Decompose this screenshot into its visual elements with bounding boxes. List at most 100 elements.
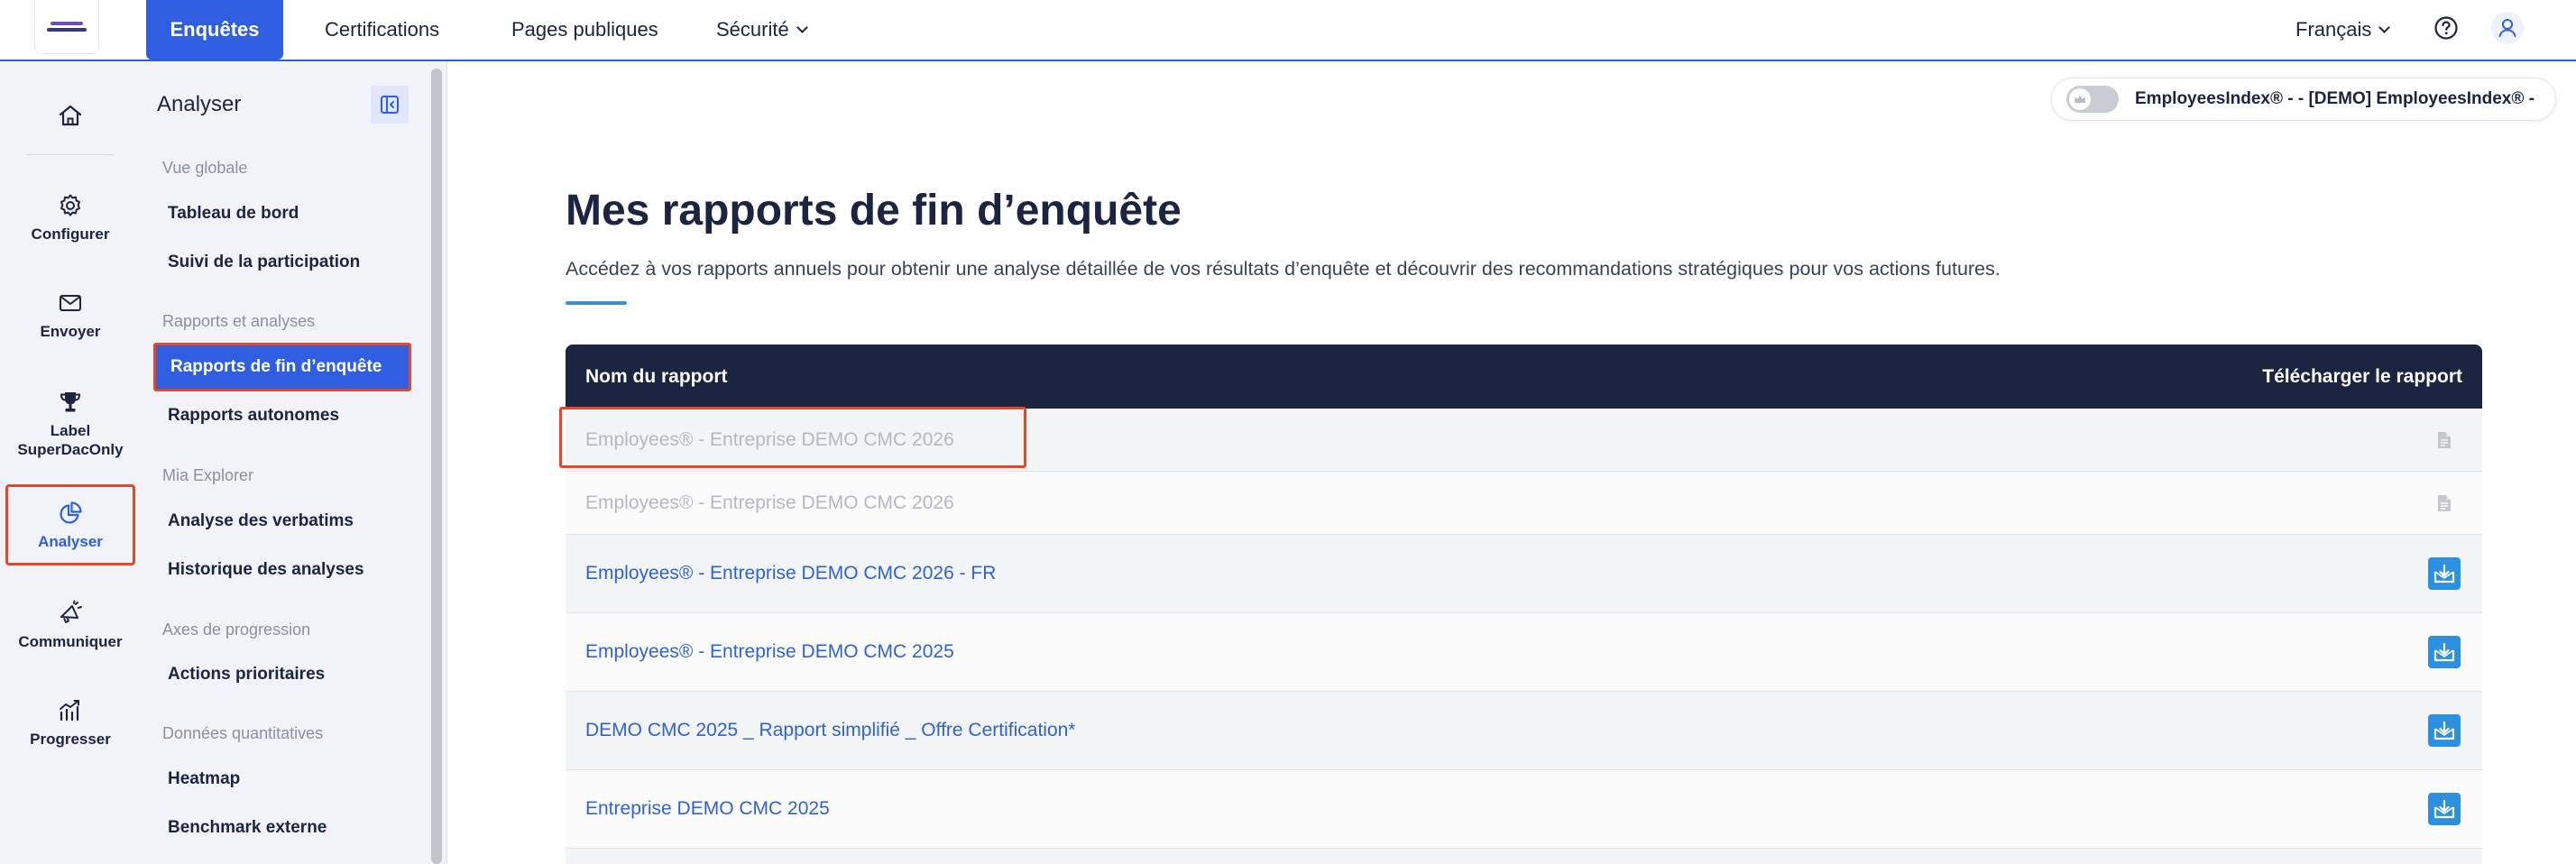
- tab-pages-publiques[interactable]: Pages publiques: [511, 0, 658, 60]
- download-button[interactable]: [2428, 714, 2461, 747]
- table-row: Employees® - Entreprise DEMO CMC 2025: [566, 613, 2482, 692]
- section-label: Mia Explorer: [162, 466, 254, 484]
- submenu-item-benchmark-externe[interactable]: Benchmark externe: [153, 804, 411, 852]
- section-label: Vue globale: [162, 159, 248, 177]
- submenu-item-label: Heatmap: [168, 769, 241, 788]
- download-button[interactable]: [2428, 793, 2461, 825]
- rail-item-envoyer[interactable]: Envoyer: [5, 283, 135, 346]
- table-row: Employees® - Entreprise DEMO CMC 2026 - …: [566, 535, 2482, 613]
- submenu-item-analyse-verbatims[interactable]: Analyse des verbatims: [153, 497, 411, 546]
- megaphone-icon: [60, 600, 82, 623]
- rail-item-configurer[interactable]: Configurer: [5, 186, 135, 249]
- rail-label: Label: [50, 422, 91, 439]
- submenu-item-heatmap[interactable]: Heatmap: [153, 755, 411, 804]
- submenu-item-label: Tableau de bord: [168, 204, 299, 223]
- tab-certifications[interactable]: Certifications: [325, 0, 439, 60]
- top-navigation-bar: Enquêtes Certifications Pages publiques …: [0, 0, 2576, 61]
- tab-label: Enquêtes: [170, 18, 260, 41]
- rail-divider: [27, 154, 114, 155]
- submenu-item-suivi-participation[interactable]: Suivi de la participation: [153, 238, 411, 287]
- row-highlight-box: [559, 407, 1026, 468]
- rail-label: Communiquer: [18, 632, 123, 650]
- rail-item-communiquer[interactable]: Communiquer: [5, 593, 135, 657]
- document-icon: [2428, 494, 2461, 512]
- submenu-item-label: Suivi de la participation: [168, 253, 361, 271]
- submenu-item-label: Rapports autonomes: [168, 406, 340, 425]
- download-button[interactable]: [2428, 557, 2461, 590]
- column-header-download: Télécharger le rapport: [2262, 365, 2462, 387]
- tab-securite[interactable]: Sécurité: [716, 0, 808, 60]
- submenu-item-historique-analyses[interactable]: Historique des analyses: [153, 546, 411, 594]
- user-account-icon[interactable]: [2489, 10, 2525, 46]
- section-label: Rapports et analyses: [162, 312, 316, 330]
- download-button[interactable]: [2428, 636, 2461, 668]
- table-header: Nom du rapport Télécharger le rapport: [566, 345, 2482, 409]
- download-icon: [2433, 721, 2455, 740]
- home-icon: [59, 105, 82, 126]
- language-label: Français: [2295, 18, 2372, 41]
- submenu-item-rapports-fin-enquete[interactable]: Rapports de fin d’enquête: [153, 343, 411, 391]
- submenu-item-tableau-de-bord[interactable]: Tableau de bord: [153, 189, 411, 238]
- rail-label: Configurer: [31, 225, 110, 243]
- rail-label: SuperDacOnly: [17, 441, 124, 458]
- pie-chart-icon: [60, 501, 82, 523]
- collapse-panel-icon: [381, 96, 399, 114]
- report-link[interactable]: Employees® - Entreprise DEMO CMC 2026 - …: [585, 563, 996, 584]
- rail-label: Analyser: [38, 532, 103, 550]
- crown-icon: [2075, 95, 2085, 103]
- tab-label: Pages publiques: [511, 18, 658, 41]
- submenu-item-label: Rapports de fin d’enquête: [170, 357, 382, 376]
- rail-item-home[interactable]: [5, 97, 135, 139]
- survey-name: EmployeesIndex® - - [DEMO] EmployeesInde…: [2135, 89, 2535, 108]
- icon-sidebar: Configurer Envoyer Label SuperDacOnly An…: [0, 61, 141, 864]
- tab-label: Sécurité: [716, 18, 789, 41]
- help-icon[interactable]: [2428, 10, 2464, 46]
- report-name: Employees® - Entreprise DEMO CMC 2026: [585, 492, 954, 513]
- title-accent-line: [566, 301, 627, 305]
- collapse-sidebar-button[interactable]: [371, 86, 409, 124]
- tab-enquetes[interactable]: Enquêtes: [146, 0, 283, 60]
- chevron-down-icon: [796, 22, 808, 33]
- submenu-item-actions-prioritaires[interactable]: Actions prioritaires: [153, 650, 411, 699]
- page-title: Mes rapports de fin d’enquête: [566, 187, 1182, 234]
- page-description: Accédez à vos rapports annuels pour obte…: [566, 258, 2001, 280]
- language-selector[interactable]: Français: [2295, 0, 2391, 60]
- section-label: Données quantitatives: [162, 724, 324, 742]
- column-header-name: Nom du rapport: [585, 365, 728, 387]
- rail-item-label-superdaconly[interactable]: Label SuperDacOnly: [5, 382, 135, 465]
- trophy-icon: [60, 392, 81, 412]
- table-row: Entreprise DEMO CMC 2025: [566, 770, 2482, 849]
- submenu-item-label: Actions prioritaires: [168, 665, 326, 684]
- rail-item-analyser[interactable]: Analyser: [5, 484, 135, 565]
- table-row: Employees® - Entreprise DEMO CMC 2026: [559, 407, 2482, 472]
- table-row: Employees® - Entreprise DEMO CMC 2026: [566, 472, 2482, 535]
- rail-item-progresser[interactable]: Progresser: [5, 691, 135, 754]
- gear-icon: [60, 194, 80, 216]
- logo-mark: [46, 19, 87, 35]
- rail-label: Envoyer: [40, 322, 101, 340]
- submenu-item-label: Analyse des verbatims: [168, 511, 354, 530]
- envelope-icon: [60, 294, 81, 311]
- report-link[interactable]: Entreprise DEMO CMC 2025: [585, 798, 830, 820]
- chevron-down-icon: [2378, 22, 2391, 33]
- submenu-item-label: Historique des analyses: [168, 560, 364, 579]
- download-icon: [2433, 642, 2455, 662]
- submenu-scrollbar[interactable]: [426, 61, 447, 864]
- download-icon: [2433, 564, 2455, 584]
- rail-label: Progresser: [30, 730, 111, 748]
- scrollbar-thumb[interactable]: [431, 69, 442, 864]
- table-row: DEMO CMC 2025 _ Rapport simplifié _ Offr…: [566, 692, 2482, 770]
- download-icon: [2433, 799, 2455, 819]
- submenu-item-label: Benchmark externe: [168, 818, 327, 837]
- toggle-switch[interactable]: [2066, 86, 2119, 113]
- report-link[interactable]: DEMO CMC 2025 _ Rapport simplifié _ Offr…: [585, 720, 1075, 741]
- survey-toggle[interactable]: EmployeesIndex® - - [DEMO] EmployeesInde…: [2051, 78, 2556, 121]
- section-label: Axes de progression: [162, 620, 311, 639]
- company-logo[interactable]: [34, 0, 99, 54]
- growth-chart-icon: [60, 699, 79, 721]
- submenu-item-rapports-autonomes[interactable]: Rapports autonomes: [153, 391, 411, 440]
- tab-label: Certifications: [325, 18, 440, 41]
- document-icon: [2428, 431, 2461, 449]
- report-link[interactable]: Employees® - Entreprise DEMO CMC 2025: [585, 641, 954, 663]
- analyser-submenu: Analyser Vue globale Tableau de bord Sui…: [141, 61, 426, 864]
